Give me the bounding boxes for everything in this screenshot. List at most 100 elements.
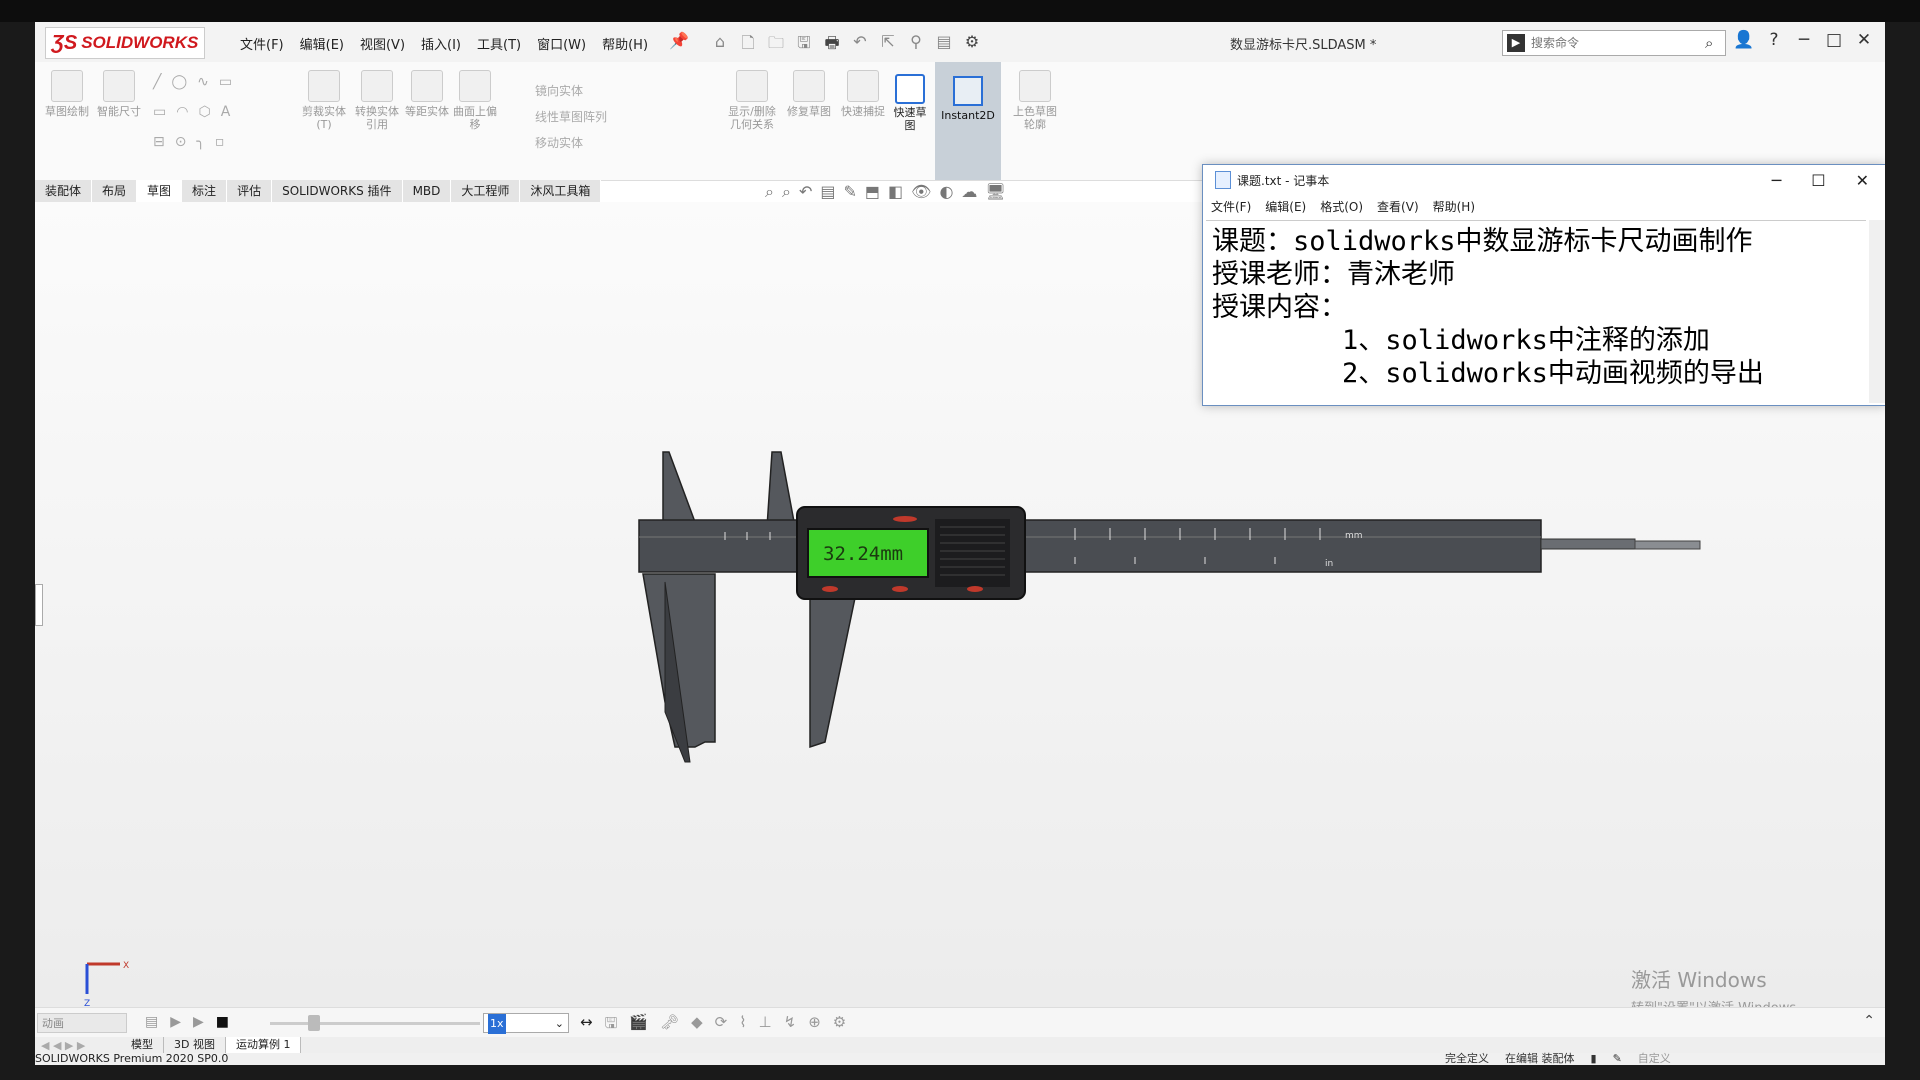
apply-scene-icon[interactable]: ☁ (961, 182, 977, 202)
tab-evaluate[interactable]: 评估 (227, 180, 273, 202)
tab-solidworks-addins[interactable]: SOLIDWORKS 插件 (272, 180, 403, 202)
shaded-sketch-button[interactable]: 上色草图轮廓 (1010, 70, 1060, 131)
playback-speed-select[interactable]: 1x ⌄ (483, 1013, 569, 1034)
force-icon[interactable]: ↯ (784, 1013, 797, 1038)
notepad-menu-format[interactable]: 格式(O) (1320, 198, 1363, 215)
tab-sketch[interactable]: 草图 (137, 180, 183, 202)
options-gear-icon[interactable]: ⚙ (961, 32, 983, 59)
maximize-button[interactable]: □ (1823, 30, 1845, 50)
solidworks-logo[interactable]: ƷS SOLIDWORKS (45, 27, 205, 59)
play-icon[interactable]: ▶ (193, 1014, 204, 1030)
construction-icon[interactable]: ⊟ (153, 134, 165, 150)
zoom-to-fit-icon[interactable]: ⌕ (765, 182, 774, 202)
slot-icon[interactable]: ▭ (219, 74, 232, 90)
study-type-select[interactable]: 动画 (37, 1013, 127, 1033)
rebuild-status-icon[interactable]: ▮ (1591, 1053, 1597, 1065)
autokey-icon[interactable]: 🗝 (660, 1013, 679, 1038)
sketch-status-icon[interactable]: ✎ (1613, 1053, 1622, 1065)
notepad-menu-view[interactable]: 查看(V) (1377, 198, 1419, 215)
text-icon[interactable]: A (221, 104, 231, 120)
notepad-scrollbar[interactable] (1869, 220, 1885, 403)
linear-pattern-button[interactable]: 线性草图阵列 (535, 108, 607, 125)
plane-icon[interactable]: ▫ (215, 134, 225, 150)
tab-mufeng-toolbox[interactable]: 沐风工具箱 (520, 180, 602, 202)
tab-navigation-arrows[interactable]: ◀ ◀ ▶ ▶ (35, 1039, 121, 1052)
spline-icon[interactable]: ∿ (197, 74, 209, 90)
rapid-sketch-button[interactable]: 快速草图 (890, 74, 930, 132)
dynamic-annotation-icon[interactable]: ✎ (843, 182, 856, 202)
tab-layout[interactable]: 布局 (92, 180, 138, 202)
tab-big-engineer[interactable]: 大工程师 (451, 180, 521, 202)
display-style-icon[interactable]: ◧ (888, 182, 903, 202)
menu-tools[interactable]: 工具(T) (469, 34, 529, 53)
arc-icon[interactable]: ◠ (176, 104, 188, 120)
convert-entities-button[interactable]: 转换实体引用 (353, 70, 401, 131)
instant2d-button[interactable]: Instant2D (935, 62, 1001, 180)
playback-mode-icon[interactable]: ↔ (580, 1013, 593, 1038)
damper-icon[interactable]: ⊥ (759, 1013, 772, 1038)
file-properties-icon[interactable]: ▤ (933, 32, 955, 59)
contact-icon[interactable]: ⊕ (808, 1013, 821, 1038)
study-properties-icon[interactable]: ⚙ (833, 1013, 846, 1038)
offset-on-surface-button[interactable]: 曲面上偏移 (453, 70, 497, 131)
point-icon[interactable]: ⊙ (175, 134, 187, 150)
view-settings-icon[interactable]: 🖥 (985, 182, 1005, 202)
new-document-icon[interactable]: 🗋 (737, 32, 759, 59)
menu-edit[interactable]: 编辑(E) (292, 34, 352, 53)
home-icon[interactable]: ⌂ (709, 32, 731, 59)
smart-dimension-button[interactable]: 智能尺寸 (97, 70, 141, 118)
line-icon[interactable]: ╱ (153, 74, 161, 90)
previous-view-icon[interactable]: ↶ (799, 182, 812, 202)
motor-icon[interactable]: ⟳ (715, 1013, 728, 1038)
doc-tab-model[interactable]: 模型 (121, 1037, 164, 1053)
search-input[interactable] (1529, 35, 1705, 51)
mirror-entities-button[interactable]: 镜向实体 (535, 82, 583, 99)
notepad-title-bar[interactable]: 课题.txt - 记事本 ─ ☐ ✕ (1203, 165, 1885, 195)
view-orientation-icon[interactable]: ⬒ (865, 182, 880, 202)
add-key-icon[interactable]: ◆ (691, 1013, 703, 1038)
tab-mbd[interactable]: MBD (402, 180, 452, 202)
play-from-start-icon[interactable]: ▶ (170, 1014, 181, 1030)
search-icon[interactable]: ⌕ (1705, 34, 1725, 52)
notepad-text-area[interactable]: 课题：solidworks中数显游标卡尺动画制作 授课老师：青沐老师 授课内容： 1… (1206, 220, 1866, 400)
offset-entities-button[interactable]: 等距实体 (405, 70, 449, 118)
rebuild-icon[interactable]: ⚲ (905, 32, 927, 59)
minimize-button[interactable]: ─ (1793, 30, 1815, 50)
notepad-menu-file[interactable]: 文件(F) (1211, 198, 1251, 215)
menu-window[interactable]: 窗口(W) (529, 34, 594, 53)
section-view-icon[interactable]: ▤ (820, 182, 835, 202)
edit-appearance-icon[interactable]: ◐ (939, 182, 953, 202)
units-custom[interactable]: 自定义 (1638, 1053, 1671, 1065)
user-icon[interactable]: 👤 (1733, 30, 1755, 50)
trim-entities-button[interactable]: 剪裁实体(T) (300, 70, 348, 131)
playback-slider-track[interactable] (270, 1022, 480, 1025)
menu-insert[interactable]: 插入(I) (413, 34, 469, 53)
open-folder-icon[interactable]: 🗀 (765, 32, 787, 59)
undo-icon[interactable]: ↶ (849, 32, 871, 59)
select-arrow-icon[interactable]: ⇱ (877, 32, 899, 59)
save-icon[interactable]: 🖫 (793, 32, 815, 59)
hide-show-items-icon[interactable]: 👁 (911, 182, 931, 202)
menu-file[interactable]: 文件(F) (232, 34, 292, 53)
print-icon[interactable]: 🖶 (821, 32, 843, 59)
fillet-icon[interactable]: ╮ (196, 134, 204, 150)
notepad-maximize-button[interactable]: ☐ (1811, 171, 1825, 190)
repair-sketch-button[interactable]: 修复草图 (787, 70, 831, 118)
quick-snaps-button[interactable]: 快速捕捉 (841, 70, 885, 118)
notepad-menu-help[interactable]: 帮助(H) (1433, 198, 1475, 215)
help-icon[interactable]: ? (1763, 30, 1785, 50)
search-box[interactable]: ▶ ⌕ (1502, 30, 1726, 56)
move-entities-button[interactable]: 移动实体 (535, 134, 583, 151)
display-relations-button[interactable]: 显示/删除几何关系 (725, 70, 779, 131)
rectangle-icon[interactable]: ▭ (153, 104, 166, 120)
expand-motion-manager-icon[interactable]: ⌃ (1863, 1013, 1875, 1029)
notepad-close-button[interactable]: ✕ (1856, 171, 1869, 190)
doc-tab-3d-views[interactable]: 3D 视图 (164, 1037, 226, 1053)
menu-view[interactable]: 视图(V) (352, 34, 413, 53)
tab-assembly[interactable]: 装配体 (35, 180, 93, 202)
stop-icon[interactable]: ■ (216, 1014, 229, 1030)
sketch-button[interactable]: 草图绘制 (45, 70, 89, 118)
calculate-icon[interactable]: ▤ (145, 1014, 158, 1030)
polygon-icon[interactable]: ⬡ (198, 104, 210, 120)
spring-icon[interactable]: ⌇ (739, 1013, 746, 1038)
